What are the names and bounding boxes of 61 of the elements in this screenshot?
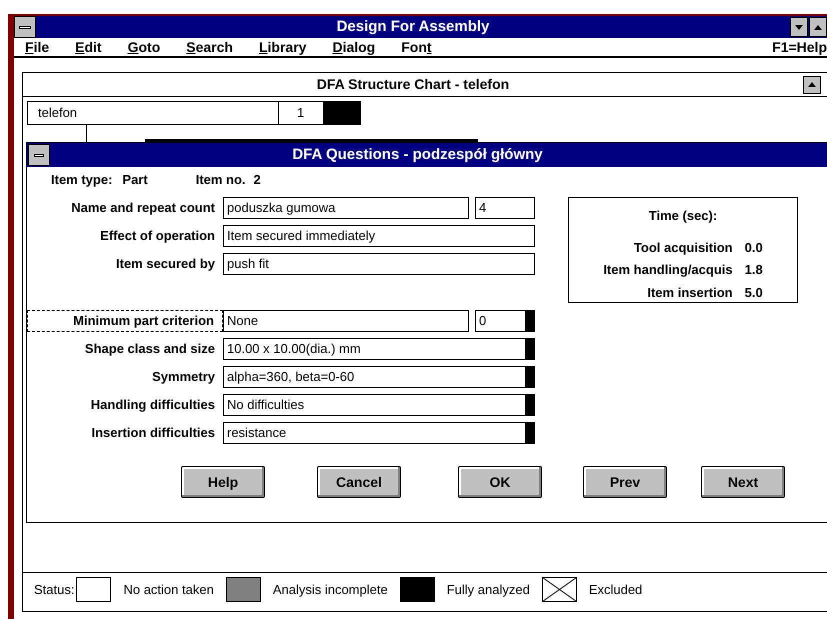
field-label: Effect of operation xyxy=(99,227,216,246)
field-label: Symmetry xyxy=(151,368,216,386)
time-value: 5.0 xyxy=(744,284,763,302)
minus-icon xyxy=(19,26,31,28)
legend-label: No action taken xyxy=(123,580,214,599)
system-menu-button[interactable] xyxy=(28,144,50,166)
up-triangle-icon xyxy=(814,24,822,30)
item-number-label: Item no. xyxy=(196,171,246,190)
input-field[interactable]: None xyxy=(223,310,469,332)
dialog-button[interactable]: Help xyxy=(181,466,265,498)
time-label: Item insertion xyxy=(646,284,733,302)
input-field[interactable]: 4 xyxy=(475,197,535,219)
input-field[interactable]: Item secured immediately xyxy=(223,225,535,247)
item-number-value: 2 xyxy=(254,171,261,190)
input-field[interactable]: 0 xyxy=(475,310,535,332)
dialog-button[interactable]: Next xyxy=(701,466,785,498)
input-field[interactable]: push fit xyxy=(223,253,535,275)
input-field[interactable]: alpha=360, beta=0-60 xyxy=(223,366,535,388)
node-name[interactable]: telefon xyxy=(27,101,279,125)
menu-item[interactable]: File xyxy=(18,36,56,58)
menu-item[interactable]: Dialog xyxy=(325,36,382,58)
window-title: Design For Assembly xyxy=(336,16,490,37)
field-label: Minimum part criterion xyxy=(27,310,223,332)
menu-item[interactable]: Edit xyxy=(68,36,109,58)
menu-item[interactable]: Font xyxy=(394,36,439,58)
scroll-up-button[interactable] xyxy=(803,76,821,94)
menu-item[interactable]: Goto xyxy=(120,36,168,58)
legend-label: Excluded xyxy=(588,580,642,599)
dialog-button[interactable]: Cancel xyxy=(317,466,401,498)
field-label: Item secured by xyxy=(115,255,216,274)
input-field[interactable]: No difficulties xyxy=(223,394,535,416)
menu-item[interactable]: Search xyxy=(179,36,240,58)
chart-title: DFA Structure Chart - telefon xyxy=(316,75,510,94)
menu-item[interactable]: Library xyxy=(252,36,314,58)
status-label: Status: xyxy=(34,580,74,599)
item-type-value: Part xyxy=(122,171,148,190)
input-field[interactable]: resistance xyxy=(223,422,535,444)
input-field[interactable]: poduszka gumowa xyxy=(223,197,469,219)
legend-label: Analysis incomplete xyxy=(272,580,388,599)
dialog-button[interactable]: Prev xyxy=(583,466,667,498)
help-hint: F1=Help xyxy=(772,38,827,57)
minus-icon xyxy=(34,154,44,156)
legend-label: Fully analyzed xyxy=(446,580,530,599)
field-label: Insertion difficulties xyxy=(90,424,216,442)
item-type-label: Item type: xyxy=(51,171,112,190)
dialog-button[interactable]: OK xyxy=(458,466,542,498)
dialog-title: DFA Questions - podzespół główny xyxy=(291,144,544,165)
time-title: Time (sec): xyxy=(648,207,718,225)
field-label: Shape class and size xyxy=(84,340,216,358)
up-triangle-icon xyxy=(808,82,816,87)
system-menu-button[interactable] xyxy=(14,16,36,38)
time-value: 1.8 xyxy=(744,261,763,279)
down-triangle-icon xyxy=(795,24,803,30)
time-label: Item handling/acquis xyxy=(603,261,733,279)
time-value: 0.0 xyxy=(744,238,763,256)
maximize-button[interactable] xyxy=(809,17,827,37)
minimize-button[interactable] xyxy=(790,17,808,37)
time-label: Tool acquisition xyxy=(632,238,733,257)
input-field[interactable]: 10.00 x 10.00(dia.) mm xyxy=(223,338,535,360)
field-label: Handling difficulties xyxy=(90,396,216,414)
field-label: Name and repeat count xyxy=(70,199,216,218)
